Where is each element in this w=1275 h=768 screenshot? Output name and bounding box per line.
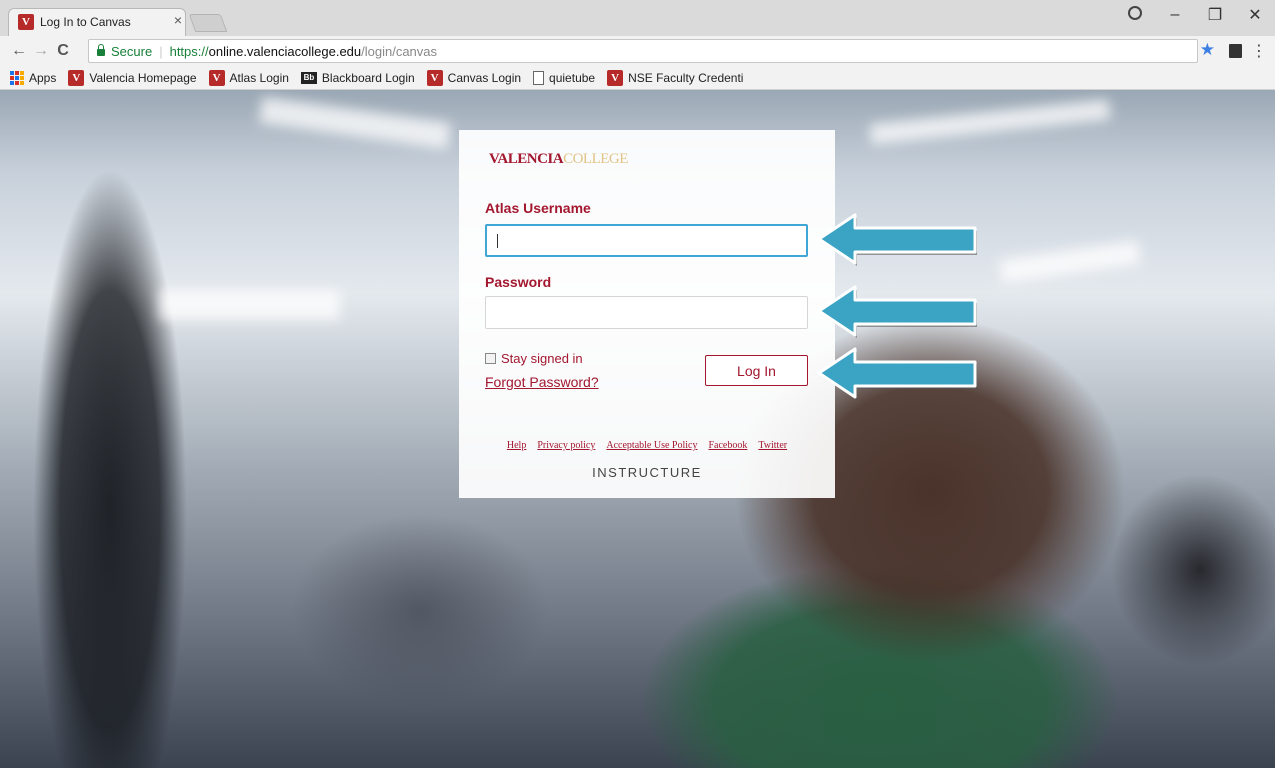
- bookmark-blackboard-login[interactable]: Bb Blackboard Login: [300, 70, 415, 85]
- arrow-left-icon: [817, 213, 977, 266]
- bookmark-nse-faculty[interactable]: V NSE Faculty Credenti: [607, 69, 744, 86]
- ceiling-light: [259, 96, 451, 150]
- ceiling-light: [160, 290, 340, 320]
- ceiling-light: [869, 99, 1111, 145]
- document-icon: [533, 70, 545, 85]
- valencia-college-logo: VALENCIACOLLEGE: [489, 151, 628, 168]
- footer-links: Help Privacy policy Acceptable Use Polic…: [459, 440, 835, 451]
- browser-menu-icon[interactable]: ⋮: [1251, 41, 1267, 61]
- browser-titlebar: V Log In to Canvas × – ❐ ✕: [0, 0, 1275, 36]
- valencia-favicon-icon: V: [18, 14, 34, 30]
- url-path: /login/canvas: [361, 43, 438, 59]
- page-background: VALENCIACOLLEGE Atlas Username Password …: [0, 90, 1275, 768]
- lock-icon: [97, 43, 105, 56]
- facebook-link[interactable]: Facebook: [708, 440, 747, 451]
- valencia-v-icon: V: [208, 69, 225, 86]
- tab-content: V Log In to Canvas: [18, 12, 131, 32]
- arrow-left-icon: [817, 285, 977, 338]
- extension-icon[interactable]: [1229, 44, 1242, 58]
- stay-signed-in[interactable]: Stay signed in: [485, 351, 583, 366]
- tab-title: Log In to Canvas: [40, 15, 131, 29]
- back-button[interactable]: ←: [8, 42, 30, 60]
- bookmarks-bar: Apps V Valencia Homepage V Atlas Login B…: [0, 66, 1275, 90]
- privacy-policy-link[interactable]: Privacy policy: [537, 440, 595, 451]
- bookmark-star-icon[interactable]: ★: [1200, 40, 1215, 60]
- profile-icon: [1128, 5, 1142, 20]
- bookmark-atlas-login[interactable]: V Atlas Login: [208, 69, 289, 86]
- bookmark-canvas-login[interactable]: V Canvas Login: [426, 69, 522, 86]
- bookmark-label: Canvas Login: [447, 70, 522, 85]
- arrow-left-icon: [817, 347, 977, 400]
- login-card: VALENCIACOLLEGE Atlas Username Password …: [459, 130, 835, 498]
- address-bar[interactable]: Secure | https://online.valenciacollege.…: [88, 39, 1198, 63]
- restore-button[interactable]: ❐: [1195, 5, 1235, 25]
- password-input[interactable]: [485, 296, 808, 329]
- logo-primary: VALENCIA: [489, 151, 564, 167]
- address-separator: |: [159, 43, 163, 59]
- security-label: Secure: [111, 43, 153, 59]
- forward-button[interactable]: →: [30, 42, 52, 60]
- username-input[interactable]: [485, 224, 808, 257]
- tab-close-icon[interactable]: ×: [170, 12, 186, 28]
- bookmark-apps[interactable]: Apps: [10, 70, 57, 85]
- bookmark-label: Valencia Homepage: [89, 70, 197, 85]
- bookmark-label: NSE Faculty Credenti: [628, 70, 744, 85]
- password-label: Password: [485, 274, 552, 290]
- valencia-v-icon: V: [607, 69, 624, 86]
- twitter-link[interactable]: Twitter: [758, 440, 787, 451]
- text-caret: [497, 234, 498, 248]
- new-tab-button[interactable]: [188, 14, 228, 32]
- valencia-v-icon: V: [68, 69, 85, 86]
- blackboard-icon: Bb: [300, 71, 317, 84]
- reload-button[interactable]: C: [52, 42, 74, 60]
- bookmark-label: Apps: [29, 70, 57, 85]
- url-host: online.valenciacollege.edu: [208, 43, 362, 59]
- instructure-brand: INSTRUCTURE: [592, 465, 702, 480]
- minimize-button[interactable]: –: [1155, 6, 1195, 24]
- stay-signed-in-label: Stay signed in: [501, 351, 583, 366]
- bookmark-quietube[interactable]: quietube: [533, 70, 596, 85]
- help-link[interactable]: Help: [507, 440, 526, 451]
- forgot-password-link[interactable]: Forgot Password?: [485, 374, 599, 390]
- acceptable-use-link[interactable]: Acceptable Use Policy: [606, 440, 697, 451]
- stay-signed-in-checkbox[interactable]: [485, 353, 496, 364]
- login-button[interactable]: Log In: [705, 355, 808, 386]
- close-window-button[interactable]: ✕: [1235, 5, 1275, 25]
- bookmark-valencia-homepage[interactable]: V Valencia Homepage: [68, 69, 197, 86]
- bookmark-label: Atlas Login: [229, 70, 289, 85]
- window-controls: – ❐ ✕: [1115, 0, 1275, 30]
- apps-grid-icon: [10, 70, 24, 85]
- bookmark-label: quietube: [549, 70, 596, 85]
- url-scheme: https://: [169, 43, 209, 59]
- profile-button[interactable]: [1115, 5, 1155, 25]
- bookmark-label: Blackboard Login: [321, 70, 415, 85]
- browser-toolbar: ← → C Secure | https://online.valenciaco…: [0, 36, 1275, 66]
- username-label: Atlas Username: [485, 200, 591, 216]
- ceiling-light: [999, 240, 1141, 284]
- logo-secondary: COLLEGE: [563, 151, 628, 167]
- valencia-v-icon: V: [426, 69, 443, 86]
